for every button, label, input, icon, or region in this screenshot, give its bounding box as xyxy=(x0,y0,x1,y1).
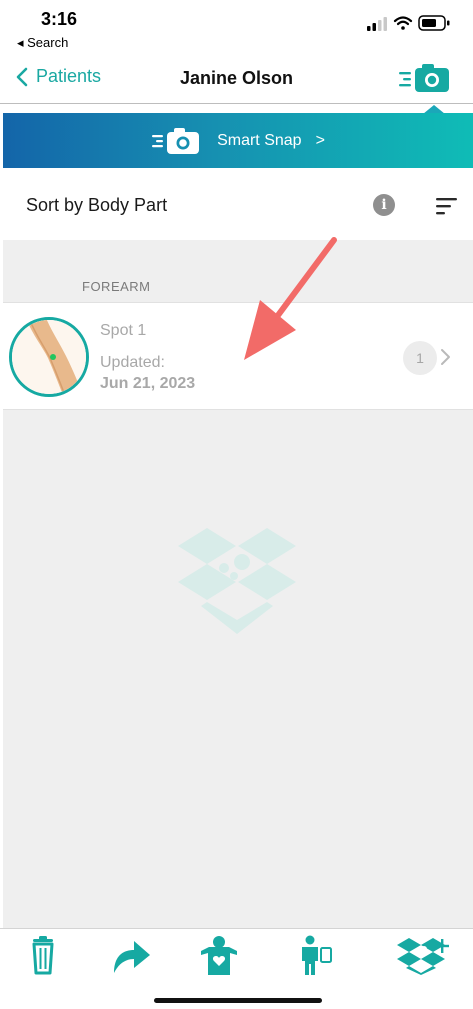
spot-updated-label: Updated: xyxy=(100,354,165,371)
add-box-icon[interactable] xyxy=(396,935,452,975)
camera-icon xyxy=(152,127,200,154)
photo-count-badge: 1 xyxy=(403,341,437,375)
info-icon[interactable]: i xyxy=(373,194,395,216)
section-header: FOREARM xyxy=(82,279,151,294)
camera-icon[interactable] xyxy=(397,62,451,94)
smart-snap-button[interactable]: Smart Snap > xyxy=(3,113,473,168)
status-back-link[interactable]: ◂ Search xyxy=(17,35,68,51)
share-icon[interactable] xyxy=(108,935,152,975)
status-time: 3:16 xyxy=(41,9,78,29)
sort-icon[interactable] xyxy=(436,197,458,215)
trash-icon[interactable] xyxy=(21,935,65,975)
wifi-icon xyxy=(393,16,413,30)
forearm-image xyxy=(12,320,86,394)
spot-name: Spot 1 xyxy=(100,322,147,339)
spot-thumbnail xyxy=(9,317,89,397)
home-indicator xyxy=(154,998,322,1003)
annotation-arrow xyxy=(244,237,337,360)
chevron-right-icon xyxy=(441,349,450,365)
chevron-right-icon: > xyxy=(315,131,325,149)
battery-icon xyxy=(418,15,450,31)
sort-row: Sort by Body Part xyxy=(0,178,473,234)
spot-updated-date: Jun 21, 2023 xyxy=(100,375,196,392)
status-icons xyxy=(367,15,450,31)
sort-label[interactable]: Sort by Body Part xyxy=(26,195,167,216)
body-scan-icon[interactable] xyxy=(292,935,336,975)
status-bar: 3:16 ◂ Search xyxy=(0,0,473,56)
signal-icon xyxy=(367,17,387,31)
smart-snap-label: Smart Snap xyxy=(217,131,302,149)
empty-state-box-icon xyxy=(178,528,296,634)
bottom-toolbar xyxy=(0,928,473,1009)
navigation-bar: Patients Janine Olson xyxy=(0,56,473,104)
patient-icon[interactable] xyxy=(197,935,241,975)
